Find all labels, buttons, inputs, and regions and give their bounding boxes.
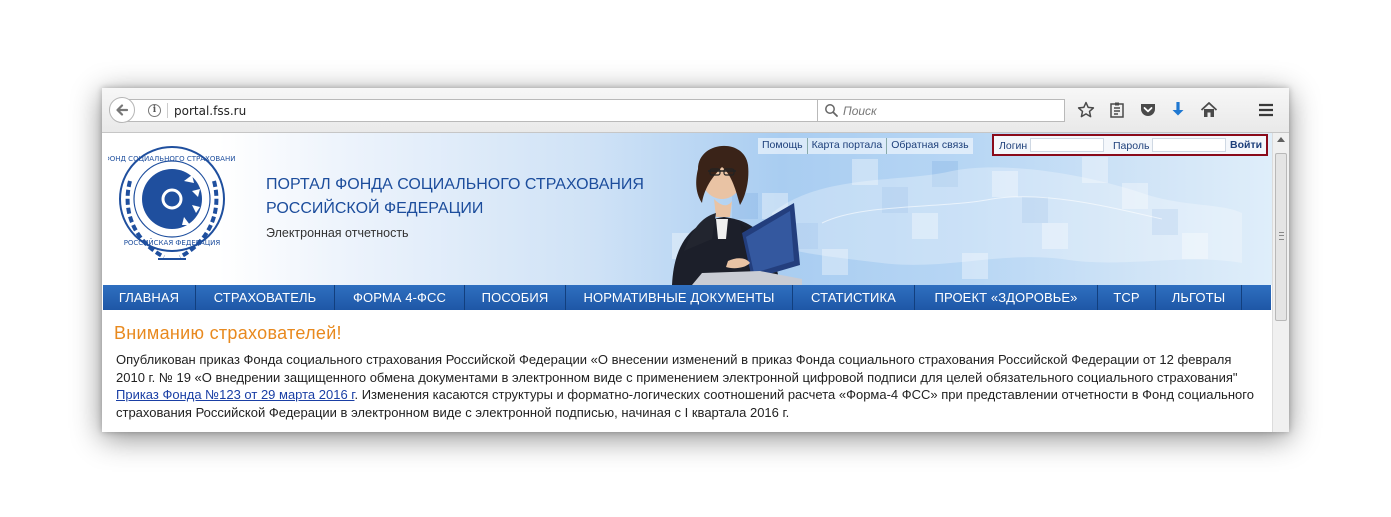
nav-item-statistics[interactable]: СТАТИСТИКА [793, 285, 915, 310]
menu-icon[interactable] [1256, 100, 1276, 120]
download-icon[interactable] [1168, 100, 1188, 120]
svg-text:ФОНД СОЦИАЛЬНОГО СТРАХОВАНИЯ: ФОНД СОЦИАЛЬНОГО СТРАХОВАНИЯ [108, 155, 236, 163]
top-links: Помощь Карта портала Обратная связь [758, 138, 973, 154]
nav-item-insurer[interactable]: СТРАХОВАТЕЛЬ [196, 285, 335, 310]
browser-toolbar: i portal.fss.ru Поиск [102, 88, 1289, 133]
search-placeholder: Поиск [843, 104, 877, 118]
notice-section: Вниманию страхователей! Опубликован прик… [114, 322, 1262, 421]
back-button[interactable] [109, 97, 135, 123]
reading-list-icon[interactable] [1107, 100, 1127, 120]
portal-title-line1: ПОРТАЛ ФОНДА СОЦИАЛЬНОГО СТРАХОВАНИЯ [266, 176, 644, 193]
search-icon [825, 104, 838, 117]
notice-text-part1: Опубликован приказ Фонда социального стр… [116, 352, 1238, 385]
site-map-link[interactable]: Карта портала [807, 138, 888, 154]
vertical-scrollbar[interactable] [1272, 133, 1289, 432]
woman-with-laptop-image [672, 145, 802, 285]
portal-title: ПОРТАЛ ФОНДА СОЦИАЛЬНОГО СТРАХОВАНИЯ РОС… [266, 173, 646, 221]
login-button[interactable]: Войти [1230, 139, 1262, 151]
nav-item-health-project[interactable]: ПРОЕКТ «ЗДОРОВЬЕ» [915, 285, 1098, 310]
url-host: portal. [174, 104, 214, 118]
grip-icon [1279, 232, 1284, 240]
nav-item-normative-documents[interactable]: НОРМАТИВНЫЕ ДОКУМЕНТЫ [566, 285, 793, 310]
scrollbar-thumb[interactable] [1275, 153, 1287, 321]
nav-item-privileges[interactable]: ЛЬГОТЫ [1156, 285, 1242, 310]
web-page: ФОНД СОЦИАЛЬНОГО СТРАХОВАНИЯ РОССИЙСКАЯ … [102, 133, 1272, 432]
notice-text: Опубликован приказ Фонда социального стр… [116, 351, 1258, 421]
url-domain: fss.ru [213, 104, 247, 118]
order-123-link[interactable]: Приказ Фонда №123 от 29 марта 2016 г [116, 387, 354, 402]
password-label: Пароль [1113, 140, 1150, 152]
main-navigation: ГЛАВНАЯ СТРАХОВАТЕЛЬ ФОРМА 4-ФСС ПОСОБИЯ… [103, 285, 1271, 310]
url-bar[interactable]: i portal.fss.ru [122, 99, 910, 122]
portal-title-line2: РОССИЙСКОЙ ФЕДЕРАЦИИ [266, 200, 484, 217]
pocket-icon[interactable] [1138, 100, 1158, 120]
url-text[interactable]: portal.fss.ru [174, 103, 246, 119]
help-link[interactable]: Помощь [758, 138, 808, 154]
password-input[interactable] [1152, 138, 1226, 152]
scroll-up-arrow-icon[interactable] [1277, 137, 1285, 142]
nav-item-tsr[interactable]: ТСР [1098, 285, 1156, 310]
login-input[interactable] [1030, 138, 1104, 152]
back-arrow-icon [116, 104, 129, 116]
portal-subtitle: Электронная отчетность [266, 226, 409, 240]
login-form: Логин Пароль Войти [992, 134, 1268, 156]
nav-item-form-4fss[interactable]: ФОРМА 4-ФСС [335, 285, 465, 310]
home-icon[interactable] [1199, 100, 1219, 120]
fss-logo: ФОНД СОЦИАЛЬНОГО СТРАХОВАНИЯ РОССИЙСКАЯ … [108, 146, 236, 260]
url-separator [167, 103, 168, 118]
feedback-link[interactable]: Обратная связь [887, 138, 973, 154]
portal-header-banner: ФОНД СОЦИАЛЬНОГО СТРАХОВАНИЯ РОССИЙСКАЯ … [102, 133, 1272, 285]
nav-item-home[interactable]: ГЛАВНАЯ [103, 285, 196, 310]
search-bar[interactable]: Поиск [817, 99, 1065, 122]
svg-text:РОССИЙСКАЯ ФЕДЕРАЦИЯ: РОССИЙСКАЯ ФЕДЕРАЦИЯ [124, 238, 221, 247]
info-icon[interactable]: i [148, 104, 161, 117]
browser-window: i portal.fss.ru Поиск ФОНД СОЦИАЛЬНОГО С… [102, 88, 1289, 432]
nav-item-benefits[interactable]: ПОСОБИЯ [465, 285, 566, 310]
notice-heading: Вниманию страхователей! [114, 323, 342, 343]
login-label: Логин [999, 140, 1028, 152]
star-icon[interactable] [1076, 100, 1096, 120]
